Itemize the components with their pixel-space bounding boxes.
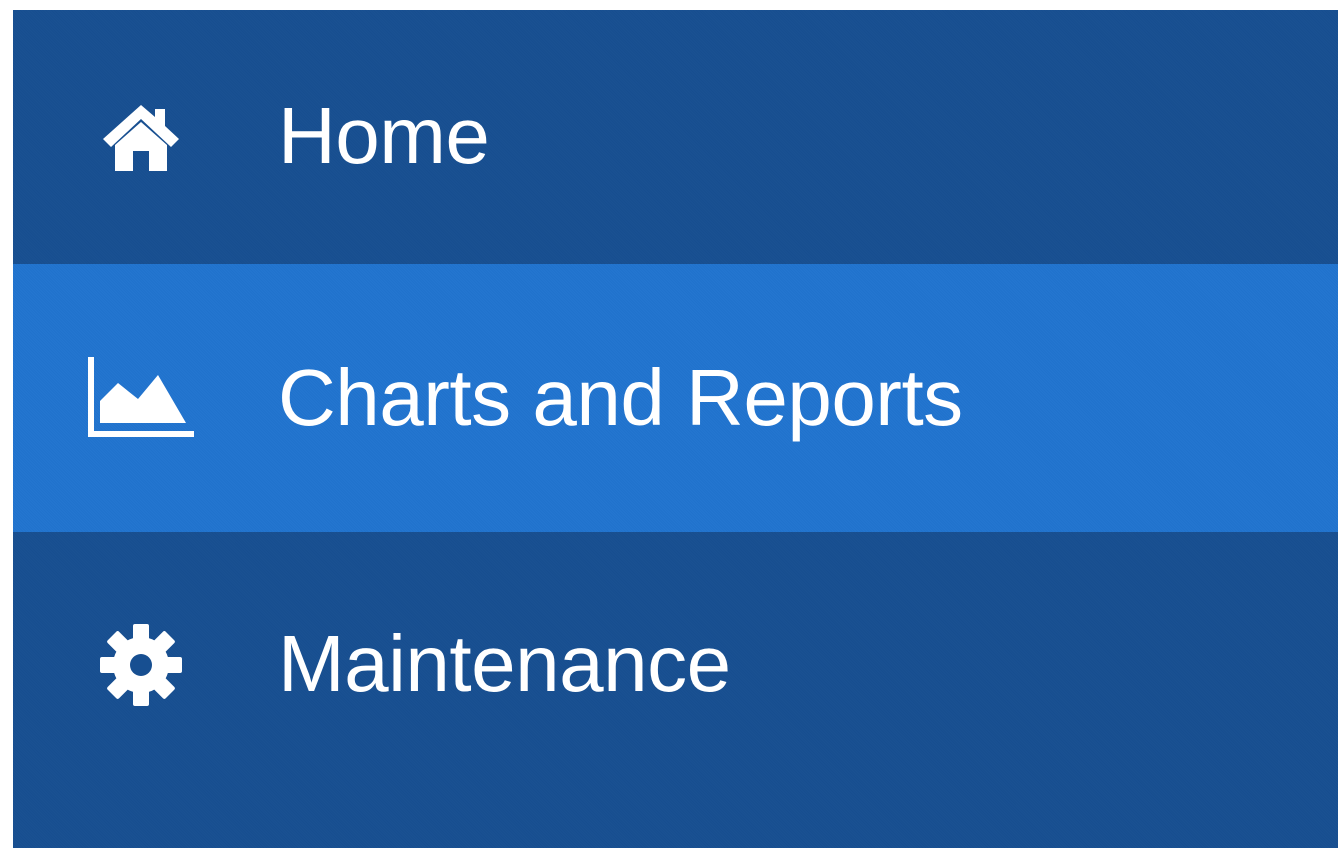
nav-item-label: Maintenance — [278, 619, 731, 708]
nav-item-label: Charts and Reports — [278, 353, 963, 442]
screen: Home Charts and Reports Maintenance — [0, 0, 1338, 848]
nav-item-charts-and-reports[interactable]: Charts and Reports — [13, 264, 1338, 532]
nav-item-maintenance[interactable]: Maintenance — [13, 532, 1338, 800]
nav-item-home[interactable]: Home — [13, 10, 1338, 264]
home-icon — [85, 92, 197, 182]
sidebar-nav: Home Charts and Reports Maintenance — [13, 10, 1338, 848]
gear-icon — [85, 620, 197, 710]
nav-item-label: Home — [278, 91, 490, 180]
area-chart-icon — [85, 352, 197, 442]
